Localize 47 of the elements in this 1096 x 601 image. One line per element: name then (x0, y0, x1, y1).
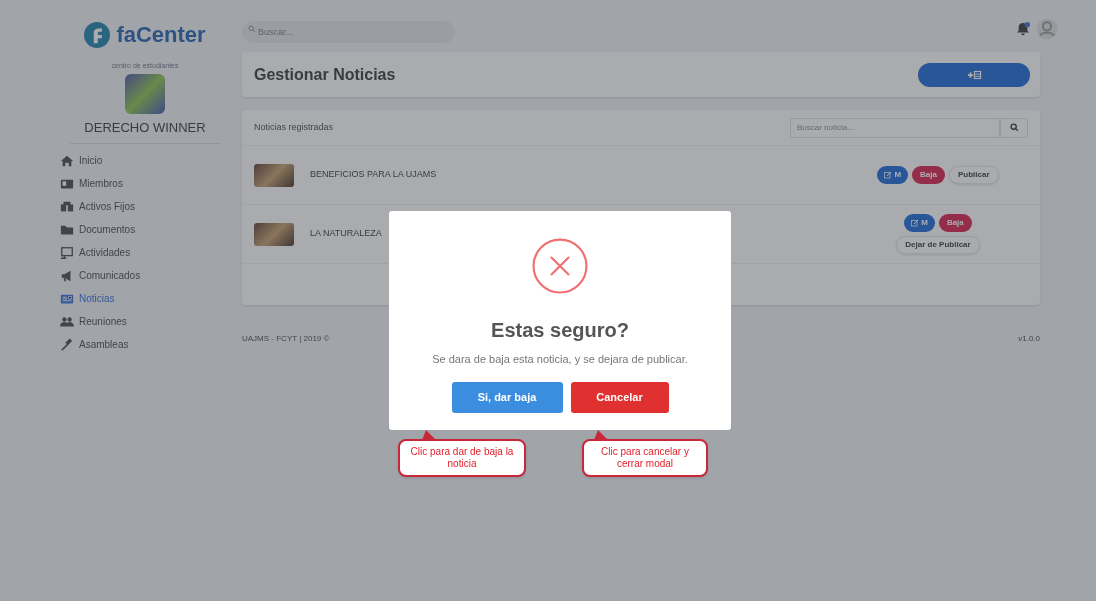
organization-name: DERECHO WINNER (84, 118, 206, 137)
nav-item[interactable]: Asambleas (60, 336, 230, 353)
megaphone-icon (60, 268, 74, 283)
cancel-button[interactable]: Cancelar (570, 381, 669, 413)
dialog-message: Se dara de baja esta noticia, y se dejara de publicar. (432, 352, 688, 367)
add-news-button[interactable] (918, 62, 1030, 87)
nav-item[interactable]: Comunicados (60, 267, 230, 284)
edit-icon (911, 219, 920, 227)
nav-item[interactable]: Actividades (60, 244, 230, 261)
search-icon (1009, 123, 1019, 132)
notification-bell-icon[interactable] (1016, 21, 1030, 37)
presentation-board-icon (60, 245, 74, 260)
nav-item[interactable]: Documentos (60, 221, 230, 238)
logo-icon (84, 21, 111, 48)
dialog-title: Estas seguro? (491, 318, 629, 343)
boxes-icon (60, 199, 74, 214)
search-button[interactable] (1000, 117, 1028, 138)
nav-item[interactable]: Inicio (60, 152, 230, 169)
news-title: BENEFICIOS PARA LA UJAMS (310, 168, 438, 182)
photo-placeholder (254, 163, 294, 187)
photo-placeholder (254, 222, 294, 246)
delete-button[interactable]: Baja (912, 166, 945, 184)
brand-name: faCenter (116, 21, 206, 49)
confirm-button[interactable]: Si, dar baja (451, 381, 563, 413)
edit-button[interactable]: M (877, 166, 909, 184)
card-title: Noticias registradas (254, 120, 334, 134)
nav-item[interactable]: Miembros (60, 175, 230, 192)
delete-button[interactable]: Baja (938, 214, 972, 232)
search-icon (248, 25, 256, 33)
organization-logo (125, 73, 165, 114)
edit-icon (884, 171, 893, 179)
edit-button[interactable]: M (904, 214, 935, 232)
nav-item[interactable]: Activos Fijos (60, 198, 230, 215)
gavel-icon (60, 337, 74, 352)
nav-item[interactable]: Reuniones (60, 313, 230, 330)
people-icon (60, 314, 74, 329)
error-x-icon (531, 237, 589, 295)
page-title: Gestionar Noticias (254, 64, 396, 85)
nav-item[interactable]: Noticias (60, 290, 230, 307)
news-title: LA NATURALEZA (310, 227, 383, 241)
footer-text: UAJMS - FCYT | 2019 © (242, 333, 330, 345)
house-icon (60, 153, 74, 168)
publish-button[interactable]: Dejar de Publicar (896, 236, 980, 254)
bell-icon (1016, 21, 1030, 37)
avatar-icon (1036, 18, 1058, 40)
publish-button[interactable]: Publicar (949, 166, 999, 184)
version-text: v1.0.0 (1018, 333, 1040, 345)
